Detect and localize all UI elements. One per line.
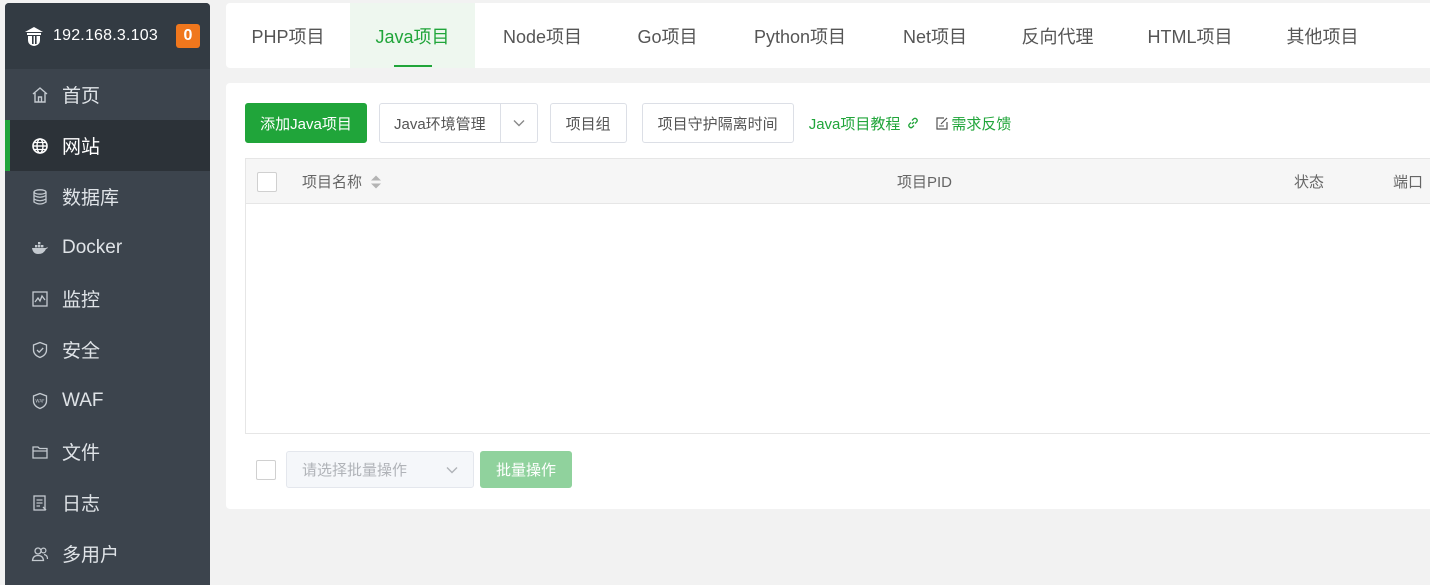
batch-operation-select[interactable]: 请选择批量操作 bbox=[286, 451, 474, 488]
sidebar-item-label: 数据库 bbox=[62, 188, 120, 209]
users-icon bbox=[31, 545, 49, 563]
sidebar: 192.168.3.103 0 首页 网站 数据库 Docker 监控 安全 W… bbox=[5, 3, 210, 585]
home-icon bbox=[31, 86, 49, 104]
sidebar-item-label: 日志 bbox=[62, 494, 101, 515]
sort-icon[interactable] bbox=[370, 174, 382, 190]
tab-html[interactable]: HTML项目 bbox=[1120, 3, 1260, 68]
notification-badge[interactable]: 0 bbox=[176, 24, 200, 48]
java-env-dropdown[interactable]: Java环境管理 bbox=[379, 103, 538, 143]
edit-note-icon bbox=[935, 116, 949, 130]
java-tutorial-link[interactable]: Java项目教程 bbox=[809, 113, 921, 134]
sidebar-item-multiuser[interactable]: 多用户 bbox=[5, 528, 210, 579]
docker-icon bbox=[31, 239, 49, 257]
sidebar-item-website[interactable]: 网站 bbox=[5, 120, 210, 171]
sidebar-item-label: 首页 bbox=[62, 86, 101, 107]
sidebar-item-label: 文件 bbox=[62, 443, 101, 464]
feedback-link[interactable]: 需求反馈 bbox=[935, 113, 1011, 134]
project-table: 项目名称 项目PID 状态 端口 bbox=[245, 158, 1430, 434]
sidebar-item-files[interactable]: 文件 bbox=[5, 426, 210, 477]
tab-go[interactable]: Go项目 bbox=[610, 3, 725, 68]
database-icon bbox=[31, 188, 49, 206]
column-header-name[interactable]: 项目名称 bbox=[302, 159, 382, 204]
project-group-button[interactable]: 项目组 bbox=[549, 103, 627, 143]
tab-java[interactable]: Java项目 bbox=[350, 3, 475, 68]
sidebar-item-database[interactable]: 数据库 bbox=[5, 171, 210, 222]
select-all-checkbox[interactable] bbox=[257, 159, 277, 204]
batch-footer: 请选择批量操作 批量操作 bbox=[245, 451, 572, 488]
column-header-status: 状态 bbox=[1294, 174, 1325, 191]
footer-select-checkbox[interactable] bbox=[256, 459, 276, 480]
sidebar-item-label: 网站 bbox=[62, 137, 101, 158]
tab-reverse-proxy[interactable]: 反向代理 bbox=[995, 3, 1120, 68]
sidebar-item-label: WAF bbox=[62, 389, 104, 411]
sidebar-item-label: 多用户 bbox=[62, 545, 120, 566]
server-ip: 192.168.3.103 bbox=[53, 27, 158, 44]
sidebar-item-waf[interactable]: WAF WAF bbox=[5, 375, 210, 426]
sidebar-item-monitor[interactable]: 监控 bbox=[5, 273, 210, 324]
sidebar-item-label: 监控 bbox=[62, 290, 101, 311]
waf-shield-icon: WAF bbox=[31, 392, 49, 410]
svg-text:WAF: WAF bbox=[35, 398, 45, 403]
tab-net[interactable]: Net项目 bbox=[875, 3, 995, 68]
java-env-button[interactable]: Java环境管理 bbox=[380, 104, 501, 142]
server-header: 192.168.3.103 0 bbox=[5, 3, 210, 69]
folder-icon bbox=[31, 443, 49, 461]
column-name-label: 项目名称 bbox=[302, 174, 363, 191]
guard-interval-button[interactable]: 项目守护隔离时间 bbox=[641, 103, 794, 143]
sidebar-item-security[interactable]: 安全 bbox=[5, 324, 210, 375]
sidebar-item-label: Docker bbox=[62, 236, 123, 258]
monitor-icon bbox=[31, 290, 49, 308]
batch-select-placeholder: 请选择批量操作 bbox=[302, 462, 408, 479]
batch-operation-button[interactable]: 批量操作 bbox=[480, 451, 572, 488]
log-icon bbox=[31, 494, 49, 512]
sidebar-item-label: 安全 bbox=[62, 341, 101, 362]
column-header-pid: 项目PID bbox=[897, 174, 953, 191]
link-icon bbox=[906, 116, 920, 130]
chevron-down-icon bbox=[446, 466, 458, 474]
toolbar: 添加Java项目 Java环境管理 项目组 项目守护隔离时间 Java项目教程 … bbox=[245, 103, 1011, 143]
server-logo-icon bbox=[23, 25, 45, 47]
sidebar-item-home[interactable]: 首页 bbox=[5, 69, 210, 120]
tab-node[interactable]: Node项目 bbox=[475, 3, 610, 68]
project-tabs: PHP项目 Java项目 Node项目 Go项目 Python项目 Net项目 … bbox=[226, 3, 1430, 68]
column-header-port: 端口 bbox=[1393, 174, 1424, 191]
java-tutorial-label: Java项目教程 bbox=[808, 115, 901, 133]
table-header: 项目名称 项目PID 状态 端口 bbox=[246, 159, 1430, 204]
globe-icon bbox=[31, 137, 49, 155]
tab-other[interactable]: 其他项目 bbox=[1260, 3, 1385, 68]
tab-php[interactable]: PHP项目 bbox=[226, 3, 350, 68]
add-java-project-button[interactable]: 添加Java项目 bbox=[245, 103, 367, 143]
sidebar-item-logs[interactable]: 日志 bbox=[5, 477, 210, 528]
shield-icon bbox=[31, 341, 49, 359]
chevron-down-icon[interactable] bbox=[501, 104, 537, 142]
sidebar-item-docker[interactable]: Docker bbox=[5, 222, 210, 273]
feedback-label: 需求反馈 bbox=[951, 115, 1012, 133]
tab-python[interactable]: Python项目 bbox=[725, 3, 875, 68]
main-panel: 添加Java项目 Java环境管理 项目组 项目守护隔离时间 Java项目教程 … bbox=[226, 83, 1430, 509]
